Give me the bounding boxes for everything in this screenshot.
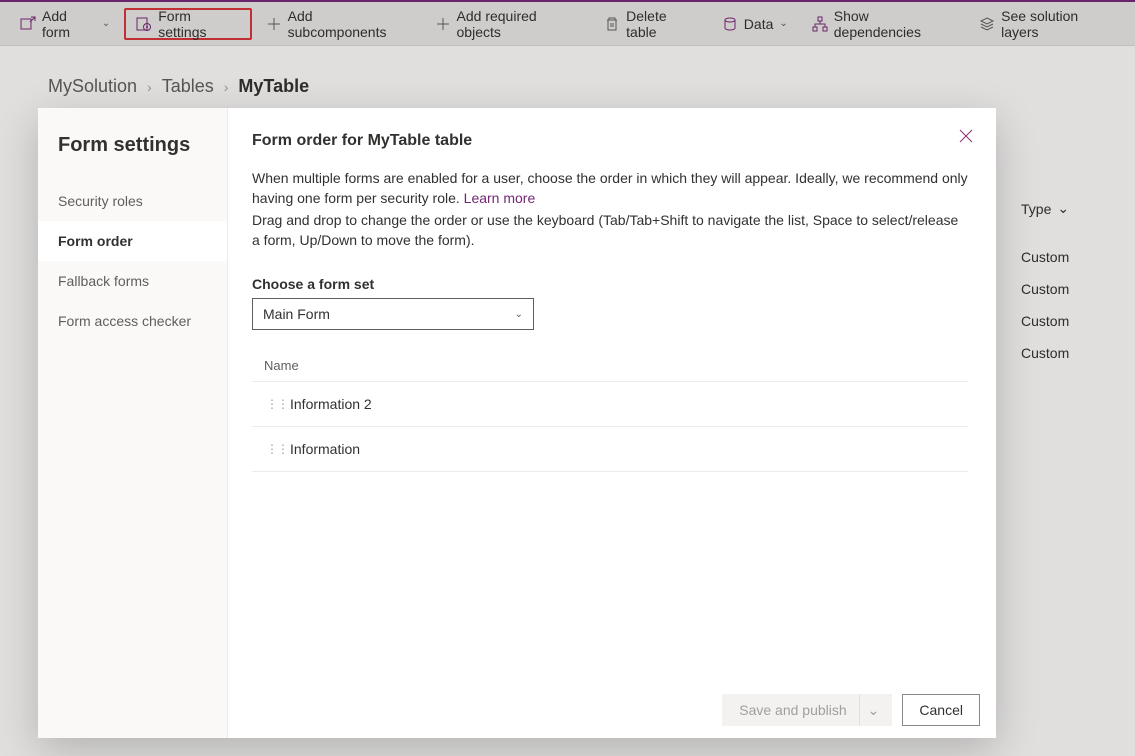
list-header-name: Name bbox=[252, 350, 968, 382]
save-and-publish-button: Save and publish ⌄ bbox=[722, 694, 892, 726]
close-icon bbox=[959, 129, 973, 143]
form-order-item[interactable]: ⋮⋮ Information 2 bbox=[252, 382, 968, 427]
form-name: Information 2 bbox=[290, 396, 372, 412]
form-set-select[interactable]: Main Form ⌄ bbox=[252, 298, 534, 330]
drag-handle-icon[interactable]: ⋮⋮ bbox=[266, 442, 278, 456]
form-set-label: Choose a form set bbox=[252, 276, 968, 292]
nav-item-security-roles[interactable]: Security roles bbox=[38, 181, 227, 221]
nav-item-form-order[interactable]: Form order bbox=[38, 221, 227, 261]
form-order-item[interactable]: ⋮⋮ Information bbox=[252, 427, 968, 472]
save-split-chevron: ⌄ bbox=[859, 695, 888, 725]
dialog-content: Form order for MyTable table When multip… bbox=[228, 108, 996, 738]
form-name: Information bbox=[290, 441, 360, 457]
dialog-description-1: When multiple forms are enabled for a us… bbox=[252, 168, 968, 208]
chevron-down-icon: ⌄ bbox=[868, 702, 880, 719]
dialog-footer: Save and publish ⌄ Cancel bbox=[228, 682, 996, 738]
drag-handle-icon[interactable]: ⋮⋮ bbox=[266, 397, 278, 411]
close-button[interactable] bbox=[950, 120, 982, 152]
save-label: Save and publish bbox=[739, 702, 846, 718]
nav-item-fallback-forms[interactable]: Fallback forms bbox=[38, 261, 227, 301]
cancel-button[interactable]: Cancel bbox=[902, 694, 980, 726]
nav-item-form-access-checker[interactable]: Form access checker bbox=[38, 301, 227, 341]
dialog-body: Form order for MyTable table When multip… bbox=[228, 108, 996, 682]
dialog-heading: Form order for MyTable table bbox=[252, 132, 968, 150]
learn-more-link[interactable]: Learn more bbox=[464, 190, 536, 206]
dialog-left-nav: Form settings Security roles Form order … bbox=[38, 108, 228, 738]
dialog-description-2: Drag and drop to change the order or use… bbox=[252, 210, 968, 250]
form-settings-dialog: Form settings Security roles Form order … bbox=[38, 108, 996, 738]
dialog-nav-title: Form settings bbox=[38, 126, 227, 181]
chevron-down-icon: ⌄ bbox=[515, 309, 523, 320]
cancel-label: Cancel bbox=[919, 702, 963, 718]
form-set-value: Main Form bbox=[263, 306, 330, 322]
